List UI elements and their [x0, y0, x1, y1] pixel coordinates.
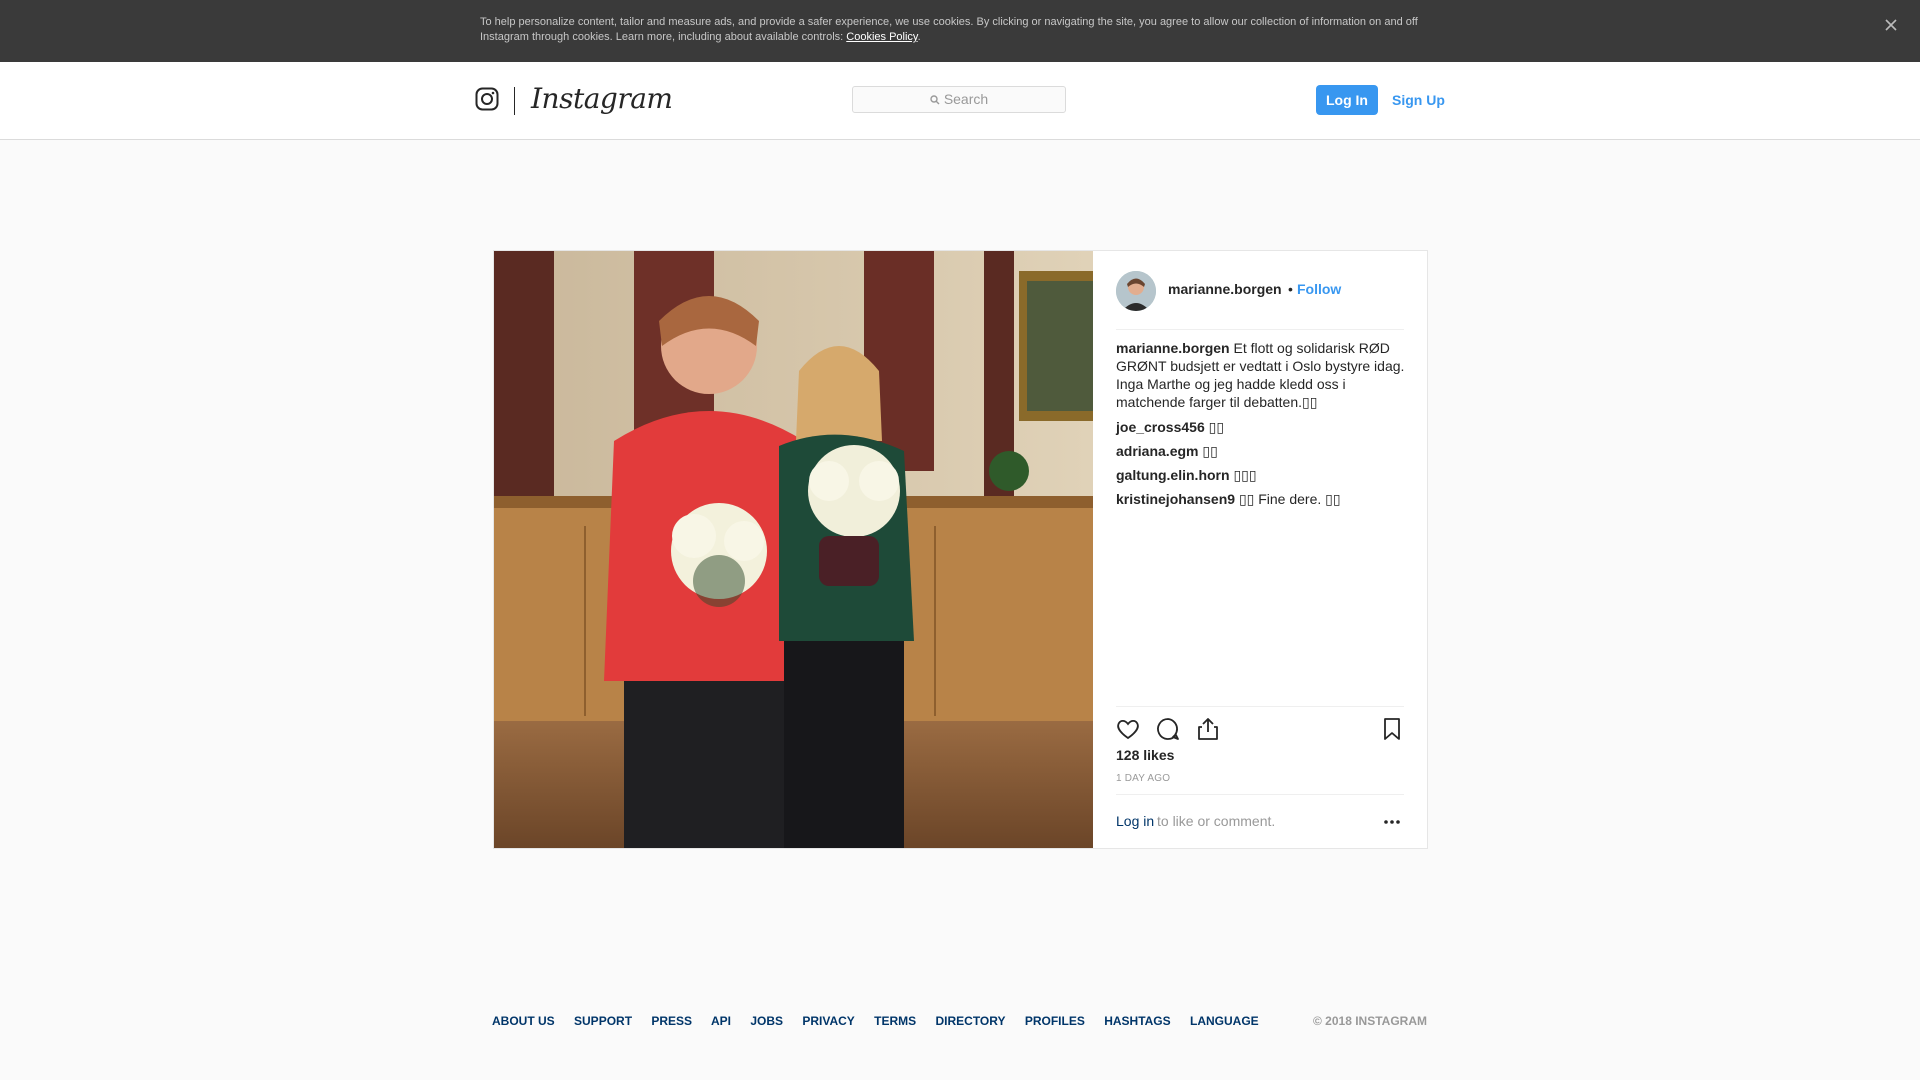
comment-text: ▯▯ Fine dere. ▯▯	[1238, 491, 1341, 507]
footer-link-jobs[interactable]: JOBS	[750, 1014, 783, 1028]
footer-link-press[interactable]: PRESS	[651, 1014, 692, 1028]
footer-link-profiles[interactable]: PROFILES	[1025, 1014, 1085, 1028]
logo-divider	[514, 87, 515, 115]
caption: marianne.borgen Et flott og solidarisk R…	[1116, 339, 1406, 411]
share-icon[interactable]	[1194, 715, 1222, 743]
more-icon[interactable]	[1380, 813, 1404, 831]
post-card: marianne.borgen • Follow marianne.borgen…	[493, 250, 1428, 849]
comment-username[interactable]: joe_cross456	[1116, 419, 1205, 435]
post-photo[interactable]	[494, 251, 1093, 848]
post-timestamp: 1 DAY AGO	[1116, 773, 1171, 784]
cookies-policy-link[interactable]: Cookies Policy	[846, 31, 917, 43]
caption-username[interactable]: marianne.borgen	[1116, 340, 1230, 356]
follow-button[interactable]: Follow	[1297, 281, 1341, 297]
comment-text: ▯▯	[1208, 419, 1225, 435]
post-header: marianne.borgen • Follow	[1116, 251, 1404, 330]
search-input[interactable]: Search	[852, 86, 1066, 113]
comment-text: ▯▯▯	[1233, 467, 1257, 483]
close-icon[interactable]	[1880, 14, 1902, 36]
copyright: © 2018 INSTAGRAM	[1313, 1014, 1427, 1028]
bookmark-icon[interactable]	[1378, 715, 1406, 743]
footer-link-about[interactable]: ABOUT US	[492, 1014, 555, 1028]
separator-dot: •	[1288, 281, 1293, 297]
comment-username[interactable]: adriana.egm	[1116, 443, 1198, 459]
login-link[interactable]: Log in	[1116, 813, 1154, 829]
footer-nav: ABOUT US SUPPORT PRESS API JOBS PRIVACY …	[492, 1014, 1275, 1028]
post-username[interactable]: marianne.borgen	[1168, 281, 1282, 297]
instagram-camera-icon[interactable]	[475, 87, 499, 111]
top-navbar: Instagram Search Log In Sign Up	[0, 62, 1920, 140]
post-sidebar: marianne.borgen • Follow marianne.borgen…	[1093, 251, 1427, 848]
comment-item: adriana.egm ▯▯	[1116, 442, 1406, 460]
cookie-banner: To help personalize content, tailor and …	[0, 0, 1920, 62]
login-prompt: Log in to like or comment.	[1116, 794, 1404, 849]
cookie-message: To help personalize content, tailor and …	[480, 16, 1418, 43]
avatar[interactable]	[1116, 271, 1156, 311]
footer-link-language[interactable]: LANGUAGE	[1190, 1014, 1259, 1028]
footer-link-directory[interactable]: DIRECTORY	[935, 1014, 1005, 1028]
cookie-suffix: .	[917, 31, 921, 43]
likes-count[interactable]: 128 likes	[1116, 747, 1174, 763]
comment-username[interactable]: kristinejohansen9	[1116, 491, 1235, 507]
cookie-text: To help personalize content, tailor and …	[480, 15, 1430, 45]
comment-item: joe_cross456 ▯▯	[1116, 418, 1406, 436]
heart-icon[interactable]	[1114, 715, 1142, 743]
footer-link-hashtags[interactable]: HASHTAGS	[1104, 1014, 1170, 1028]
login-prompt-text: to like or comment.	[1157, 813, 1276, 829]
login-button[interactable]: Log In	[1316, 85, 1378, 115]
search-icon	[930, 88, 940, 113]
comments-list: marianne.borgen Et flott og solidarisk R…	[1116, 339, 1406, 514]
footer-link-support[interactable]: SUPPORT	[574, 1014, 632, 1028]
signup-button[interactable]: Sign Up	[1392, 85, 1445, 115]
footer-link-privacy[interactable]: PRIVACY	[802, 1014, 854, 1028]
comment-item: galtung.elin.horn ▯▯▯	[1116, 466, 1406, 484]
comment-text: ▯▯	[1202, 443, 1218, 459]
footer-link-api[interactable]: API	[711, 1014, 731, 1028]
post-actions: 128 likes 1 DAY AGO Log in to like or co…	[1116, 706, 1404, 849]
footer-link-terms[interactable]: TERMS	[874, 1014, 916, 1028]
comment-item: kristinejohansen9 ▯▯ Fine dere. ▯▯	[1116, 490, 1406, 508]
instagram-wordmark[interactable]: Instagram	[531, 82, 673, 115]
comment-icon[interactable]	[1154, 715, 1182, 743]
search-placeholder: Search	[943, 91, 989, 107]
comment-username[interactable]: galtung.elin.horn	[1116, 467, 1230, 483]
